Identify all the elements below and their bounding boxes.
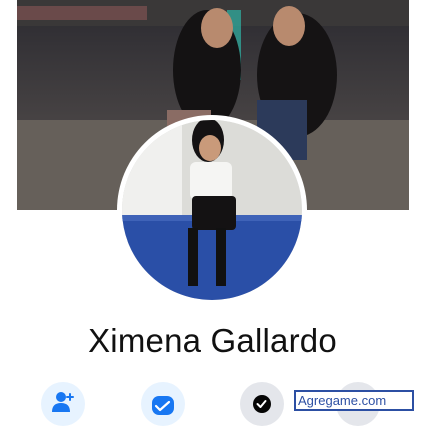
more-icon bbox=[253, 395, 271, 413]
add-friend-button[interactable] bbox=[41, 382, 85, 426]
messenger-icon bbox=[152, 396, 174, 415]
more-options-button[interactable] bbox=[240, 382, 284, 426]
profile-name: Ximena Gallardo bbox=[88, 322, 337, 359]
watermark-label: Agregame.com bbox=[294, 390, 414, 411]
add-friend-icon bbox=[52, 392, 74, 412]
message-button[interactable] bbox=[141, 382, 185, 426]
avatar[interactable] bbox=[122, 120, 302, 300]
